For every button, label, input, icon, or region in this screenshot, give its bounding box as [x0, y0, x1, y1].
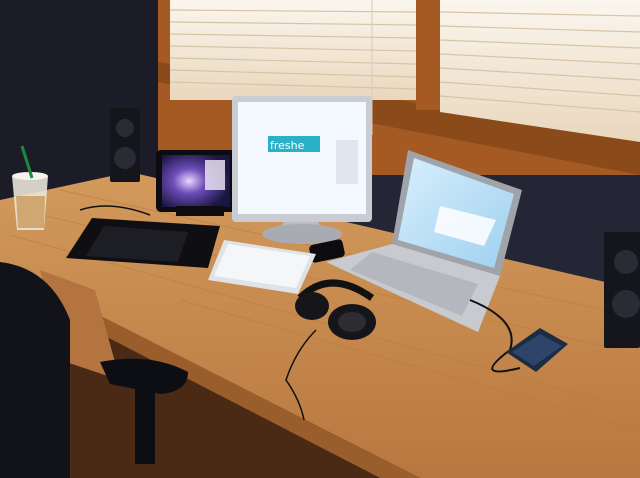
- monitor-screen-text: freshe: [270, 139, 305, 152]
- window: [158, 0, 640, 175]
- window-mullion: [416, 0, 440, 110]
- speaker-right: [604, 232, 640, 348]
- external-monitor: freshe: [232, 96, 372, 244]
- desk-photo-svg: freshe: [0, 0, 640, 478]
- ipad: [156, 150, 236, 216]
- desk-photo: freshe: [0, 0, 640, 478]
- speaker-left: [110, 108, 140, 182]
